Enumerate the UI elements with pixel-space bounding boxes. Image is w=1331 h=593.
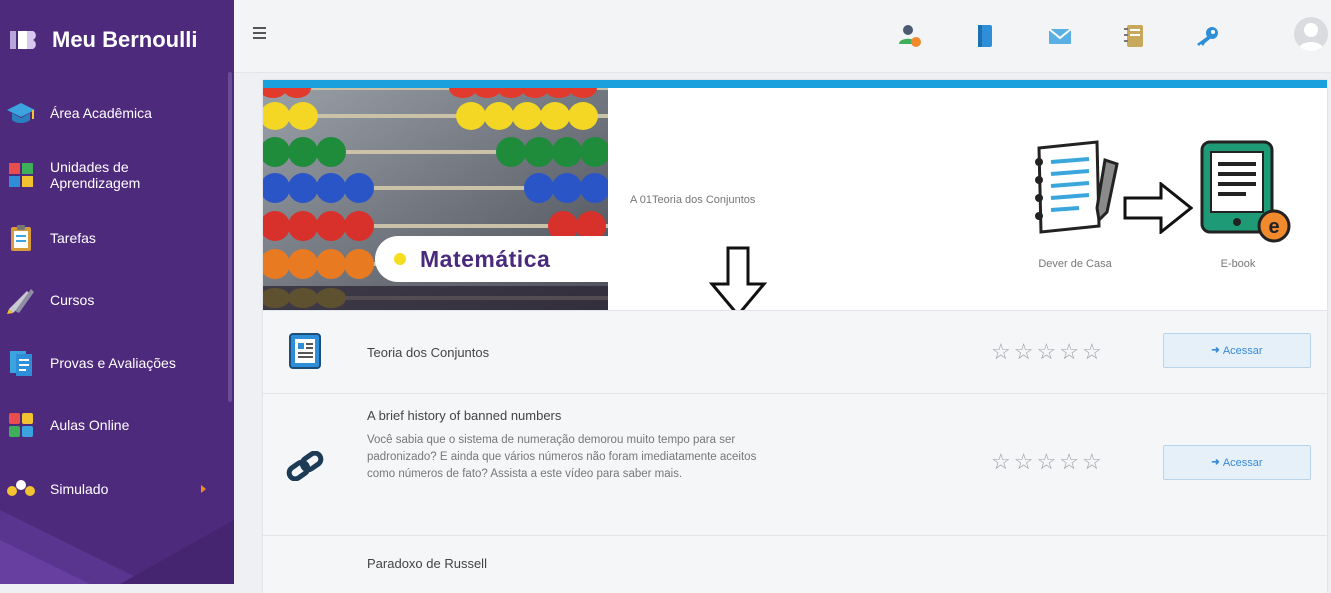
key-icon[interactable] [1191,20,1223,52]
menu-icon[interactable] [253,27,266,39]
list-item: Paradoxo de Russell [263,535,1327,593]
sidebar-decoration [0,480,234,584]
bernoulli-logo-icon [10,28,44,52]
puzzle-icon [4,158,38,192]
sidebar-item-unidades[interactable]: Unidades de Aprendizagem [0,150,228,200]
ebook-icon: e [1200,140,1291,243]
subject-name: Matemática [420,245,551,272]
document-icon [285,331,325,371]
graduation-cap-icon [4,96,38,130]
book-icon[interactable] [969,20,1001,52]
subject-label: Matemática [375,236,608,282]
sidebar-item-label: Provas e Avaliações [50,355,176,371]
subject-banner: Matemática [263,88,608,310]
resource-label: Dever de Casa [1038,258,1112,270]
rating-stars[interactable]: ☆ ☆ ☆ ☆ ☆ [991,451,1102,473]
star-icon[interactable]: ☆ [1014,341,1034,363]
star-icon[interactable]: ☆ [1036,341,1056,363]
star-icon[interactable]: ☆ [991,341,1011,363]
brand[interactable]: Meu Bernoulli [10,22,197,58]
row-title: A brief history of banned numbers [367,408,562,423]
row-title: Teoria dos Conjuntos [367,345,490,360]
sidebar-item-label: Cursos [50,292,95,308]
row-description: Você sabia que o sistema de numeração de… [367,434,757,480]
notebook-icon[interactable] [1119,20,1151,52]
topbar [234,0,1331,73]
access-button[interactable]: ➜ Acessar [1163,333,1311,368]
star-icon[interactable]: ☆ [991,451,1011,473]
sidebar-item-label: Área Acadêmica [50,105,152,121]
star-icon[interactable]: ☆ [1082,451,1102,473]
arrow-right-icon [1123,182,1193,234]
teacher-icon[interactable] [894,20,926,52]
rating-stars[interactable]: ☆ ☆ ☆ ☆ ☆ [991,341,1102,363]
arrow-down-icon [709,246,767,318]
resource-dever-de-casa[interactable] [1015,140,1135,243]
brand-name: Meu Bernoulli [52,27,198,52]
access-button[interactable]: ➜ Acessar [1163,445,1311,480]
mail-icon[interactable] [1044,20,1076,52]
sidebar-item-label: Unidades de Aprendizagem [50,159,141,191]
sidebar-item-aulas-online[interactable]: Aulas Online [0,400,228,450]
star-icon[interactable]: ☆ [1014,451,1034,473]
access-button-label: Acessar [1222,456,1263,469]
sidebar-item-label: Tarefas [50,230,96,246]
access-button-label: Acessar [1222,344,1263,357]
sidebar-scrollbar[interactable] [228,72,232,402]
sidebar-item-cursos[interactable]: Cursos [0,275,228,325]
star-icon[interactable]: ☆ [1059,341,1079,363]
resource-ebook[interactable]: e [1183,140,1303,249]
homework-icon [1035,140,1119,234]
sign-in-icon: ➜ [1211,345,1220,356]
subject-dot [394,253,406,265]
resource-label: E-book [1220,258,1256,270]
exam-icon [4,346,38,380]
sidebar-item-area-academica[interactable]: Área Acadêmica [0,88,228,138]
sidebar-item-label: Aulas Online [50,417,130,433]
link-icon [285,446,325,486]
lesson-title: A 01Teoria dos Conjuntos [630,194,756,206]
sign-in-icon: ➜ [1211,457,1220,468]
sidebar-item-tarefas[interactable]: Tarefas [0,213,228,263]
sidebar-item-provas[interactable]: Provas e Avaliações [0,338,228,388]
row-title: Paradoxo de Russell [367,556,487,571]
star-icon[interactable]: ☆ [1036,451,1056,473]
avatar[interactable] [1294,17,1328,51]
pencils-icon [4,283,38,317]
lesson-card: Matemática A 01Teoria dos Conjuntos e De… [263,80,1327,593]
online-class-icon [4,408,38,442]
svg-text:e: e [1268,216,1279,238]
clipboard-icon [4,221,38,255]
list-item: A brief history of banned numbers Você s… [263,393,1327,536]
sidebar: Meu Bernoulli Área Acadêmica Unidades de… [0,0,234,584]
star-icon[interactable]: ☆ [1059,451,1079,473]
star-icon[interactable]: ☆ [1082,341,1102,363]
list-item: Teoria dos Conjuntos ☆ ☆ ☆ ☆ ☆ ➜ Acessar [263,310,1327,394]
